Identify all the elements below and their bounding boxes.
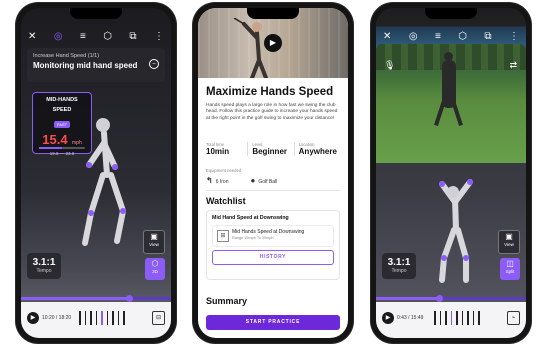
scrubber-handle[interactable] bbox=[126, 295, 133, 302]
camera-view-icon: ▣ bbox=[150, 232, 158, 241]
view-button[interactable]: ▣ View bbox=[498, 230, 520, 254]
more-icon[interactable]: ⋮ bbox=[154, 31, 164, 42]
notch bbox=[70, 8, 122, 19]
chart-icon: ⊞ bbox=[217, 230, 229, 242]
tempo-label: Tempo bbox=[36, 268, 52, 274]
cube-icon[interactable]: ⬡ bbox=[458, 31, 467, 42]
lines-icon[interactable]: ≡ bbox=[80, 31, 86, 42]
drill-card[interactable]: Increase Hand Speed (1/1) Monitoring mid… bbox=[27, 48, 165, 82]
start-practice-button[interactable]: START PRACTICE bbox=[206, 315, 340, 330]
stats-row: Total time 10min Level Beginner Location… bbox=[206, 142, 340, 156]
screen: ✕ ◎ ≡ ⬡ ⧉ ⋮ 🎙 ⇄ 3.1:1 Tempo ▣ View ◫ Spl… bbox=[376, 8, 526, 338]
watchlist-item-title: Mid Hands Speed at Downswing bbox=[232, 229, 305, 235]
screen: ✕ ◎ ≡ ⬡ ⧉ ⋮ Increase Hand Speed (1/1) Mo… bbox=[21, 8, 171, 338]
layers-icon[interactable]: ⧉ bbox=[129, 31, 136, 42]
view-button[interactable]: ▣ View bbox=[143, 230, 165, 254]
fullscreen-icon[interactable]: ⊟ bbox=[152, 311, 165, 325]
split-icon: ◫ bbox=[506, 259, 514, 268]
equipment-row: ↰ 6 Iron ● Golf Ball bbox=[206, 176, 340, 185]
more-icon[interactable]: ⋮ bbox=[509, 31, 519, 42]
divider bbox=[206, 190, 340, 191]
tempo-label: Tempo bbox=[391, 268, 407, 274]
avatar-3d[interactable] bbox=[420, 168, 490, 283]
close-icon[interactable]: ✕ bbox=[383, 31, 391, 42]
scrubber-fill bbox=[21, 297, 129, 300]
stat-level: Level Beginner bbox=[247, 142, 293, 156]
timeline-scrubber[interactable] bbox=[376, 295, 526, 302]
phone-analysis-3d: ✕ ◎ ≡ ⬡ ⧉ ⋮ Increase Hand Speed (1/1) Mo… bbox=[16, 3, 176, 343]
stat-location: Location Anywhere bbox=[293, 142, 340, 156]
top-toolbar: ✕ ◎ ≡ ⬡ ⧉ ⋮ bbox=[376, 26, 526, 46]
minus-circle-icon[interactable]: – bbox=[149, 59, 159, 69]
metric-label-1: MID-HANDS bbox=[46, 97, 78, 103]
mic-icon[interactable]: 🎙 bbox=[384, 60, 395, 71]
club-icon: ↰ bbox=[206, 176, 213, 185]
watchlist-card-title: Mid Hand Speed at Downswing bbox=[212, 215, 289, 221]
view-button-label: View bbox=[504, 242, 514, 247]
playback-time: 10:20 / 18:20 bbox=[42, 315, 72, 321]
frame-ticks[interactable] bbox=[79, 311, 125, 325]
equipment-ball: ● Golf Ball bbox=[250, 176, 278, 185]
lines-icon[interactable]: ≡ bbox=[435, 31, 441, 42]
flip-icon[interactable]: ⇄ bbox=[509, 60, 517, 71]
drill-title: Monitoring mid hand speed bbox=[33, 61, 138, 70]
playback-controls: ▶ 10:20 / 18:20 ⊟ bbox=[21, 302, 171, 338]
stat-time: Total time 10min bbox=[206, 142, 230, 156]
watchlist-heading: Watchlist bbox=[206, 196, 246, 206]
avatar-3d[interactable] bbox=[59, 113, 149, 253]
watchlist-item-range: Range 15mph To 30mph bbox=[232, 236, 274, 240]
golf-ball-icon: ● bbox=[250, 176, 256, 185]
equipment-label: Equipment needed bbox=[206, 168, 242, 173]
drill-subtitle: Increase Hand Speed (1/1) bbox=[33, 53, 100, 59]
top-toolbar: ✕ ◎ ≡ ⬡ ⧉ ⋮ bbox=[21, 26, 171, 46]
history-button[interactable]: HISTORY bbox=[212, 250, 334, 265]
cube-3d-icon: ⬡ bbox=[151, 259, 159, 268]
tempo-card: 3.1:1 Tempo bbox=[27, 253, 61, 279]
close-icon[interactable]: ✕ bbox=[28, 31, 36, 42]
view-button-label: View bbox=[149, 242, 159, 247]
tempo-value: 3.1:1 bbox=[387, 257, 411, 268]
watchlist-item[interactable]: ⊞ Mid Hands Speed at Downswing Range 15m… bbox=[212, 225, 334, 247]
playback-controls: ▶ 0:43 / 15:49 ⌁ bbox=[376, 302, 526, 338]
description: Hands speed plays a large role in how fa… bbox=[206, 103, 338, 121]
equipment-club: ↰ 6 Iron bbox=[206, 176, 229, 185]
tempo-card: 3.1:1 Tempo bbox=[382, 253, 416, 279]
phone-split-view: ✕ ◎ ≡ ⬡ ⧉ ⋮ 🎙 ⇄ 3.1:1 Tempo ▣ View ◫ Spl… bbox=[371, 3, 531, 343]
summary-heading: Summary bbox=[206, 296, 248, 306]
target-icon[interactable]: ◎ bbox=[54, 31, 63, 42]
scrubber-fill bbox=[376, 297, 439, 300]
split-button[interactable]: ◫ Split bbox=[500, 258, 520, 280]
tempo-value: 3.1:1 bbox=[32, 257, 56, 268]
layers-icon[interactable]: ⧉ bbox=[484, 31, 491, 42]
play-icon[interactable]: ▶ bbox=[382, 312, 394, 324]
notch bbox=[247, 8, 299, 19]
target-icon[interactable]: ◎ bbox=[409, 31, 418, 42]
playback-time: 0:43 / 15:49 bbox=[397, 315, 424, 321]
3d-button-label: 3D bbox=[152, 269, 158, 274]
split-button-label: Split bbox=[505, 269, 515, 274]
camera-view-icon: ▣ bbox=[505, 232, 513, 241]
phone-practice-guide: ▶ Maximize Hands Speed Hands speed plays… bbox=[193, 3, 353, 343]
frame-ticks[interactable] bbox=[434, 311, 480, 325]
page-title: Maximize Hands Speed bbox=[206, 86, 334, 98]
scrubber-handle[interactable] bbox=[435, 295, 443, 302]
timeline-scrubber[interactable] bbox=[21, 295, 171, 302]
play-icon[interactable]: ▶ bbox=[27, 312, 39, 324]
graph-icon[interactable]: ⌁ bbox=[507, 311, 520, 325]
cube-icon[interactable]: ⬡ bbox=[103, 31, 112, 42]
watchlist-card: Mid Hand Speed at Downswing ⊞ Mid Hands … bbox=[206, 210, 340, 280]
3d-button[interactable]: ⬡ 3D bbox=[145, 258, 165, 280]
play-icon[interactable]: ▶ bbox=[264, 34, 282, 52]
screen: ▶ Maximize Hands Speed Hands speed plays… bbox=[198, 8, 348, 338]
notch bbox=[425, 8, 477, 19]
